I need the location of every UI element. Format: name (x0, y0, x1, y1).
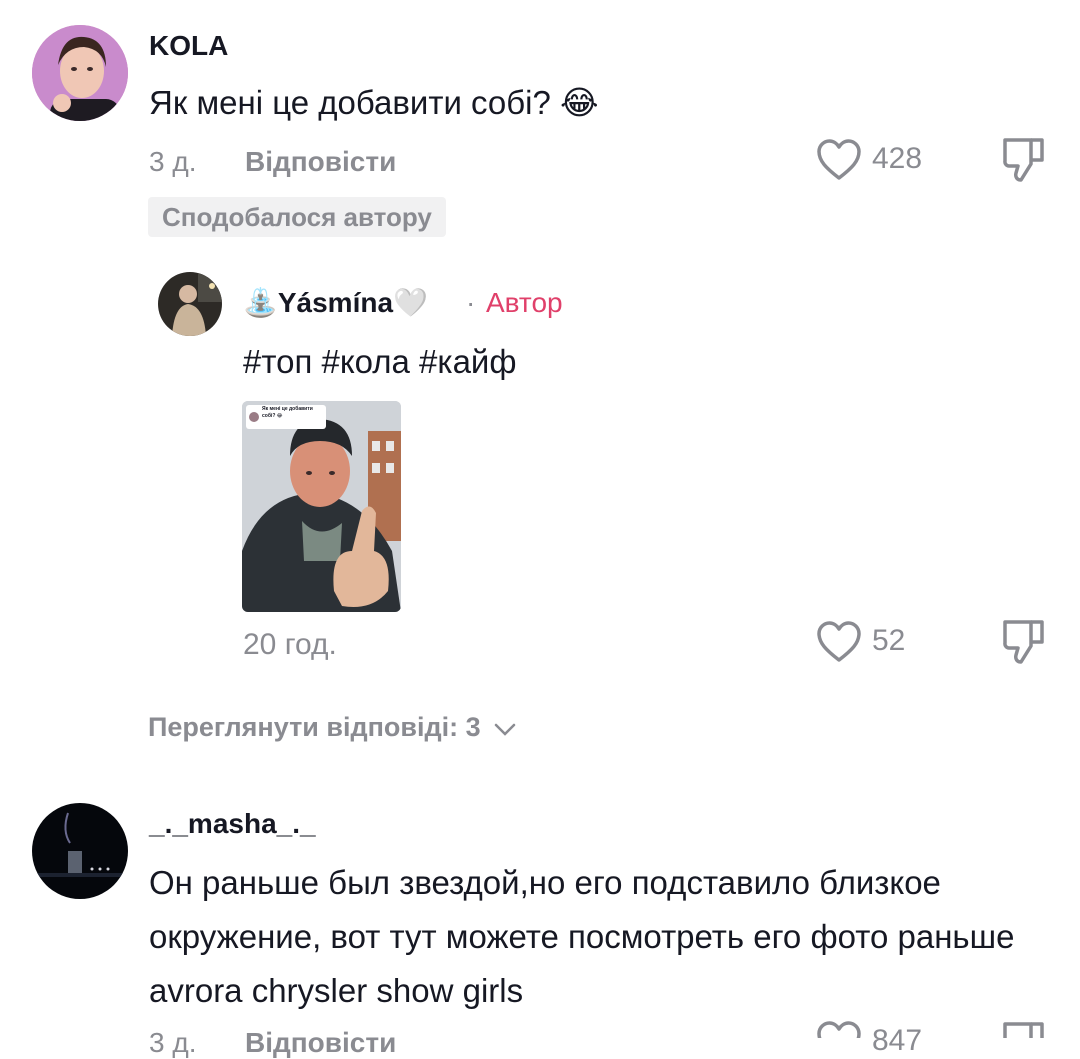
reply-video-thumbnail[interactable] (242, 401, 401, 612)
like-count: 428 (872, 142, 923, 175)
reply-like-count: 52 (872, 624, 906, 657)
comment-text: Он раньше был звездой,но его подставило … (149, 864, 1015, 1009)
reply-button[interactable]: Відповісти (245, 146, 396, 178)
reply-time: 20 год. (243, 628, 337, 661)
author-tag: Автор (486, 287, 563, 318)
comment-time: 3 д. (149, 1027, 197, 1058)
avatar-masha[interactable] (32, 803, 128, 899)
heart-outline-icon[interactable] (816, 138, 862, 182)
comment-username[interactable]: KOLA (149, 30, 228, 62)
comment-username[interactable]: _._masha_._ (149, 808, 316, 840)
heart-outline-icon[interactable] (816, 620, 862, 664)
avatar-masha-image (32, 803, 128, 899)
reply-username[interactable]: ⛲Yásmína🤍 (243, 286, 428, 319)
thumbs-down-icon[interactable] (1001, 1020, 1047, 1038)
author-separator: · (466, 287, 476, 318)
reply-button[interactable]: Відповісти (245, 1027, 396, 1059)
thumbs-down-icon[interactable] (1001, 618, 1047, 666)
comment-text: Як мені це добавити собі? 😂 (149, 84, 599, 121)
view-replies-label: Переглянути відповіді: 3 (148, 712, 481, 742)
avatar-yasmina[interactable] (158, 272, 222, 336)
view-replies-button[interactable]: Переглянути відповіді: 3 (148, 712, 516, 744)
thumbs-down-icon[interactable] (1001, 136, 1047, 184)
liked-by-author-badge: Сподобалося автору (148, 197, 446, 237)
like-count: 847 (872, 1024, 923, 1057)
avatar-kola[interactable] (32, 25, 128, 121)
avatar-kola-image (32, 25, 128, 121)
heart-outline-icon[interactable] (816, 1020, 862, 1038)
chevron-down-icon (494, 713, 516, 744)
avatar-yasmina-image (158, 272, 222, 336)
reply-text: #топ #кола #кайф (243, 343, 517, 380)
thumbnail-image (242, 401, 401, 612)
thumbnail-caption: Як мені це добавити собі? 😂 (262, 406, 313, 419)
comment-time: 3 д. (149, 146, 197, 177)
